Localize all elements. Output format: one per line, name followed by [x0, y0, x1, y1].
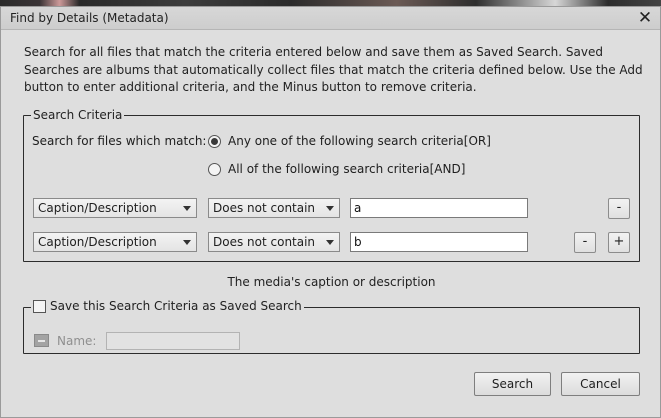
criteria-value-input-2[interactable] — [350, 232, 528, 252]
cancel-button[interactable]: Cancel — [561, 372, 640, 396]
search-button[interactable]: Search — [474, 372, 551, 396]
radio-button-any[interactable] — [208, 134, 221, 148]
criteria-field-select-1[interactable]: Caption/Description — [33, 198, 197, 218]
criteria-field-select-2[interactable]: Caption/Description — [33, 232, 197, 252]
radio-button-all[interactable] — [208, 162, 221, 176]
close-icon[interactable]: ✕ — [636, 8, 654, 28]
dialog-title: Find by Details (Metadata) — [10, 11, 169, 25]
search-criteria-legend: Search Criteria — [31, 108, 125, 122]
criteria-operator-select-2[interactable]: Does not contain — [208, 232, 340, 252]
title-bar: Find by Details (Metadata) ✕ — [1, 7, 660, 30]
search-criteria-group: Search Criteria Search for files which m… — [23, 108, 640, 262]
radio-all-label: All of the following search criteria[AND… — [228, 162, 466, 176]
dialog-description: Search for all files that match the crit… — [24, 45, 643, 94]
radio-any-label: Any one of the following search criteria… — [228, 134, 491, 148]
remove-criteria-button-1[interactable]: - — [608, 198, 630, 219]
save-search-group: Save this Search Criteria as Saved Searc… — [23, 299, 640, 354]
criteria-value-input-1[interactable] — [350, 198, 528, 218]
collapse-icon — [34, 334, 49, 347]
remove-criteria-button-2[interactable]: - — [574, 232, 596, 253]
criteria-operator-value-2: Does not contain — [213, 235, 316, 249]
radio-any-criteria[interactable]: Any one of the following search criteria… — [208, 134, 491, 148]
name-label: Name: — [57, 334, 97, 348]
dropdown-arrow-icon — [326, 206, 334, 211]
dropdown-arrow-icon — [326, 240, 334, 245]
criteria-field-value-1: Caption/Description — [38, 201, 157, 215]
save-search-checkbox[interactable] — [33, 299, 46, 313]
add-criteria-button[interactable]: + — [608, 232, 630, 253]
dropdown-arrow-icon — [183, 206, 191, 211]
criteria-operator-value-1: Does not contain — [213, 201, 316, 215]
save-search-label: Save this Search Criteria as Saved Searc… — [50, 299, 302, 313]
radio-all-criteria[interactable]: All of the following search criteria[AND… — [208, 162, 465, 176]
match-label: Search for files which match: — [32, 134, 207, 148]
criteria-hint: The media's caption or description — [227, 275, 436, 289]
saved-search-name-input[interactable] — [106, 332, 240, 350]
criteria-field-value-2: Caption/Description — [38, 235, 157, 249]
dropdown-arrow-icon — [183, 240, 191, 245]
find-by-details-dialog: Find by Details (Metadata) ✕ Search for … — [0, 6, 661, 418]
criteria-operator-select-1[interactable]: Does not contain — [208, 198, 340, 218]
save-search-toggle[interactable]: Save this Search Criteria as Saved Searc… — [31, 299, 304, 313]
